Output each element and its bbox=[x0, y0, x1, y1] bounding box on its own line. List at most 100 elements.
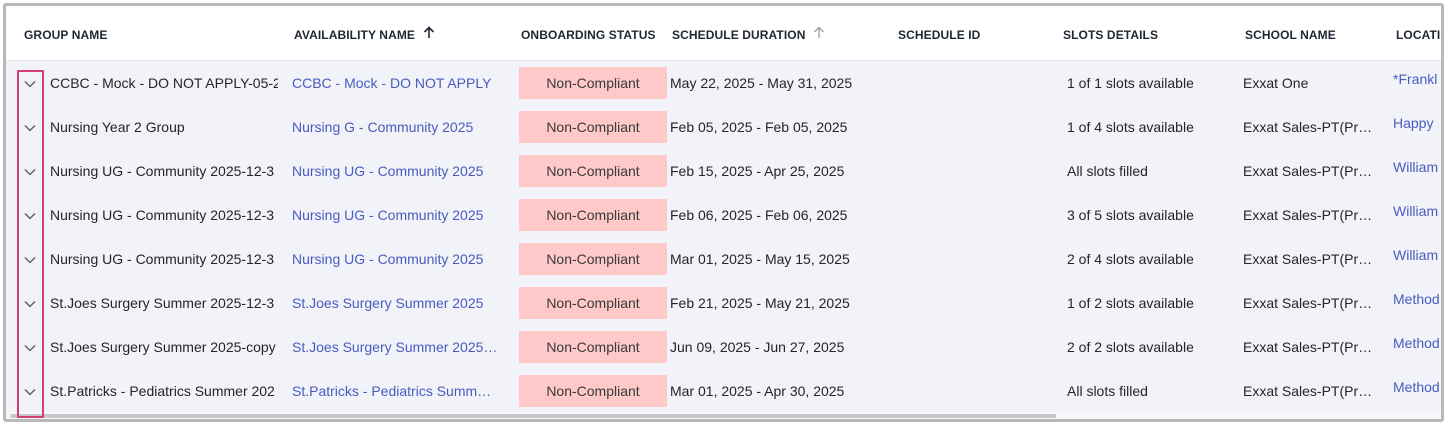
expand-row-button[interactable] bbox=[18, 281, 42, 325]
schedule-duration-cell: Feb 05, 2025 - Feb 05, 2025 bbox=[670, 119, 848, 135]
slots-details-cell: 1 of 1 slots available bbox=[1067, 75, 1194, 91]
chevron-down-icon bbox=[24, 105, 36, 149]
column-header-slots-details[interactable]: SLOTS DETAILS bbox=[1063, 6, 1158, 60]
table-row[interactable]: St.Patricks - Pediatrics Summer 202 St.P… bbox=[6, 369, 1441, 414]
location-link[interactable]: *Frankl bbox=[1393, 61, 1441, 105]
expand-row-button[interactable] bbox=[18, 105, 42, 149]
column-header-schedule-duration[interactable]: SCHEDULE DURATION bbox=[672, 6, 825, 60]
schedule-id-cell bbox=[896, 193, 1036, 237]
expand-row-button[interactable] bbox=[18, 369, 42, 413]
schedule-duration-cell: Feb 06, 2025 - Feb 06, 2025 bbox=[670, 207, 848, 223]
table-header: GROUP NAME AVAILABILITY NAME ONBOARDING … bbox=[6, 6, 1441, 61]
location-link[interactable]: Method bbox=[1393, 325, 1441, 369]
expand-row-button[interactable] bbox=[18, 193, 42, 237]
expand-row-button[interactable] bbox=[18, 61, 42, 105]
status-badge: Non-Compliant bbox=[519, 155, 667, 187]
schedule-id-cell bbox=[896, 325, 1036, 369]
onboarding-status-cell: Non-Compliant bbox=[519, 325, 667, 369]
schedule-duration-cell: Jun 09, 2025 - Jun 27, 2025 bbox=[670, 339, 845, 355]
location-link[interactable]: William bbox=[1393, 237, 1441, 281]
slots-details-cell: 2 of 4 slots available bbox=[1067, 251, 1194, 267]
slots-details-cell: 2 of 2 slots available bbox=[1067, 339, 1194, 355]
chevron-down-icon bbox=[24, 149, 36, 193]
availability-name-link[interactable]: Nursing UG - Community 2025 bbox=[292, 237, 504, 281]
availability-name-link[interactable]: Nursing UG - Community 2025 bbox=[292, 193, 504, 237]
column-header-onboarding-status[interactable]: ONBOARDING STATUS bbox=[521, 6, 656, 60]
table-row[interactable]: Nursing UG - Community 2025-12-3 Nursing… bbox=[6, 237, 1441, 282]
expand-row-button[interactable] bbox=[18, 149, 42, 193]
group-name-cell: Nursing UG - Community 2025-12-3 bbox=[50, 251, 275, 267]
availability-name-link[interactable]: St.Joes Surgery Summer 2025… bbox=[292, 325, 504, 369]
onboarding-status-cell: Non-Compliant bbox=[519, 281, 667, 325]
onboarding-status-cell: Non-Compliant bbox=[519, 61, 667, 105]
chevron-down-icon bbox=[24, 61, 36, 105]
table-row[interactable]: Nursing UG - Community 2025-12-3 Nursing… bbox=[6, 193, 1441, 238]
arrow-up-icon[interactable] bbox=[423, 6, 435, 64]
schedule-duration-cell: Mar 01, 2025 - Apr 30, 2025 bbox=[670, 383, 845, 399]
status-badge: Non-Compliant bbox=[519, 199, 667, 231]
school-name-cell: Exxat One bbox=[1243, 75, 1309, 91]
chevron-down-icon bbox=[24, 237, 36, 281]
onboarding-status-cell: Non-Compliant bbox=[519, 237, 667, 281]
availability-name-link[interactable]: Nursing UG - Community 2025 bbox=[292, 149, 504, 193]
availability-name-link[interactable]: Nursing G - Community 2025 bbox=[292, 105, 504, 149]
onboarding-status-cell: Non-Compliant bbox=[519, 149, 667, 193]
slots-details-cell: All slots filled bbox=[1067, 163, 1148, 179]
school-name-cell: Exxat Sales-PT(Pr… bbox=[1243, 383, 1373, 399]
column-header-location[interactable]: LOCATIO bbox=[1396, 6, 1441, 60]
school-name-cell: Exxat Sales-PT(Pr… bbox=[1243, 163, 1373, 179]
horizontal-scrollbar[interactable] bbox=[6, 412, 1441, 419]
status-badge: Non-Compliant bbox=[519, 111, 667, 143]
schedule-id-cell bbox=[896, 149, 1036, 193]
column-header-availability-name[interactable]: AVAILABILITY NAME bbox=[294, 6, 435, 60]
slots-details-cell: 1 of 2 slots available bbox=[1067, 295, 1194, 311]
chevron-down-icon bbox=[24, 193, 36, 237]
column-header-schedule-id[interactable]: SCHEDULE ID bbox=[898, 6, 980, 60]
expand-row-button[interactable] bbox=[18, 237, 42, 281]
table-row[interactable]: Nursing UG - Community 2025-12-3 Nursing… bbox=[6, 149, 1441, 194]
schedule-id-cell bbox=[896, 281, 1036, 325]
chevron-down-icon bbox=[24, 325, 36, 369]
table-row[interactable]: St.Joes Surgery Summer 2025-12-3 St.Joes… bbox=[6, 281, 1441, 326]
school-name-cell: Exxat Sales-PT(Pr… bbox=[1243, 207, 1373, 223]
table-row[interactable]: CCBC - Mock - DO NOT APPLY-05-23 CCBC - … bbox=[6, 61, 1441, 106]
onboarding-status-cell: Non-Compliant bbox=[519, 369, 667, 413]
table-row[interactable]: St.Joes Surgery Summer 2025-copy St.Joes… bbox=[6, 325, 1441, 370]
slots-details-cell: 1 of 4 slots available bbox=[1067, 119, 1194, 135]
group-name-cell: St.Joes Surgery Summer 2025-12-3 bbox=[50, 295, 275, 311]
group-name-cell: CCBC - Mock - DO NOT APPLY-05-23 bbox=[50, 75, 278, 91]
status-badge: Non-Compliant bbox=[519, 243, 667, 275]
location-link[interactable]: William bbox=[1393, 193, 1441, 237]
schedule-id-cell bbox=[896, 237, 1036, 281]
schedule-id-cell bbox=[896, 61, 1036, 105]
location-link[interactable]: Happy bbox=[1393, 105, 1441, 149]
group-name-cell: St.Joes Surgery Summer 2025-copy bbox=[50, 339, 276, 355]
scrollbar-thumb[interactable] bbox=[10, 414, 1056, 418]
school-name-cell: Exxat Sales-PT(Pr… bbox=[1243, 251, 1373, 267]
location-link[interactable]: William bbox=[1393, 149, 1441, 193]
table-row[interactable]: Nursing Year 2 Group Nursing G - Communi… bbox=[6, 105, 1441, 150]
group-name-cell: Nursing UG - Community 2025-12-3 bbox=[50, 163, 275, 179]
location-link[interactable]: Method bbox=[1393, 281, 1441, 325]
availability-name-link[interactable]: St.Patricks - Pediatrics Summ… bbox=[292, 369, 504, 413]
schedule-duration-cell: Mar 01, 2025 - May 15, 2025 bbox=[670, 251, 850, 267]
school-name-cell: Exxat Sales-PT(Pr… bbox=[1243, 119, 1373, 135]
column-header-group-name[interactable]: GROUP NAME bbox=[24, 6, 107, 60]
expand-row-button[interactable] bbox=[18, 325, 42, 369]
status-badge: Non-Compliant bbox=[519, 331, 667, 363]
arrow-up-icon[interactable] bbox=[813, 6, 825, 64]
group-name-cell: Nursing UG - Community 2025-12-3 bbox=[50, 207, 275, 223]
slots-details-cell: All slots filled bbox=[1067, 383, 1148, 399]
schedule-id-cell bbox=[896, 105, 1036, 149]
schedule-duration-cell: May 22, 2025 - May 31, 2025 bbox=[670, 75, 853, 91]
column-header-availability-label: AVAILABILITY NAME bbox=[294, 28, 416, 42]
schedule-duration-cell: Feb 15, 2025 - Apr 25, 2025 bbox=[670, 163, 845, 179]
location-link[interactable]: Method bbox=[1393, 369, 1441, 413]
availability-name-link[interactable]: CCBC - Mock - DO NOT APPLY bbox=[292, 61, 504, 105]
onboarding-status-cell: Non-Compliant bbox=[519, 105, 667, 149]
availability-name-link[interactable]: St.Joes Surgery Summer 2025 bbox=[292, 281, 504, 325]
schedule-id-cell bbox=[896, 369, 1036, 413]
column-header-school-name[interactable]: SCHOOL NAME bbox=[1245, 6, 1336, 60]
group-name-cell: Nursing Year 2 Group bbox=[50, 119, 185, 135]
school-name-cell: Exxat Sales-PT(Pr… bbox=[1243, 295, 1373, 311]
